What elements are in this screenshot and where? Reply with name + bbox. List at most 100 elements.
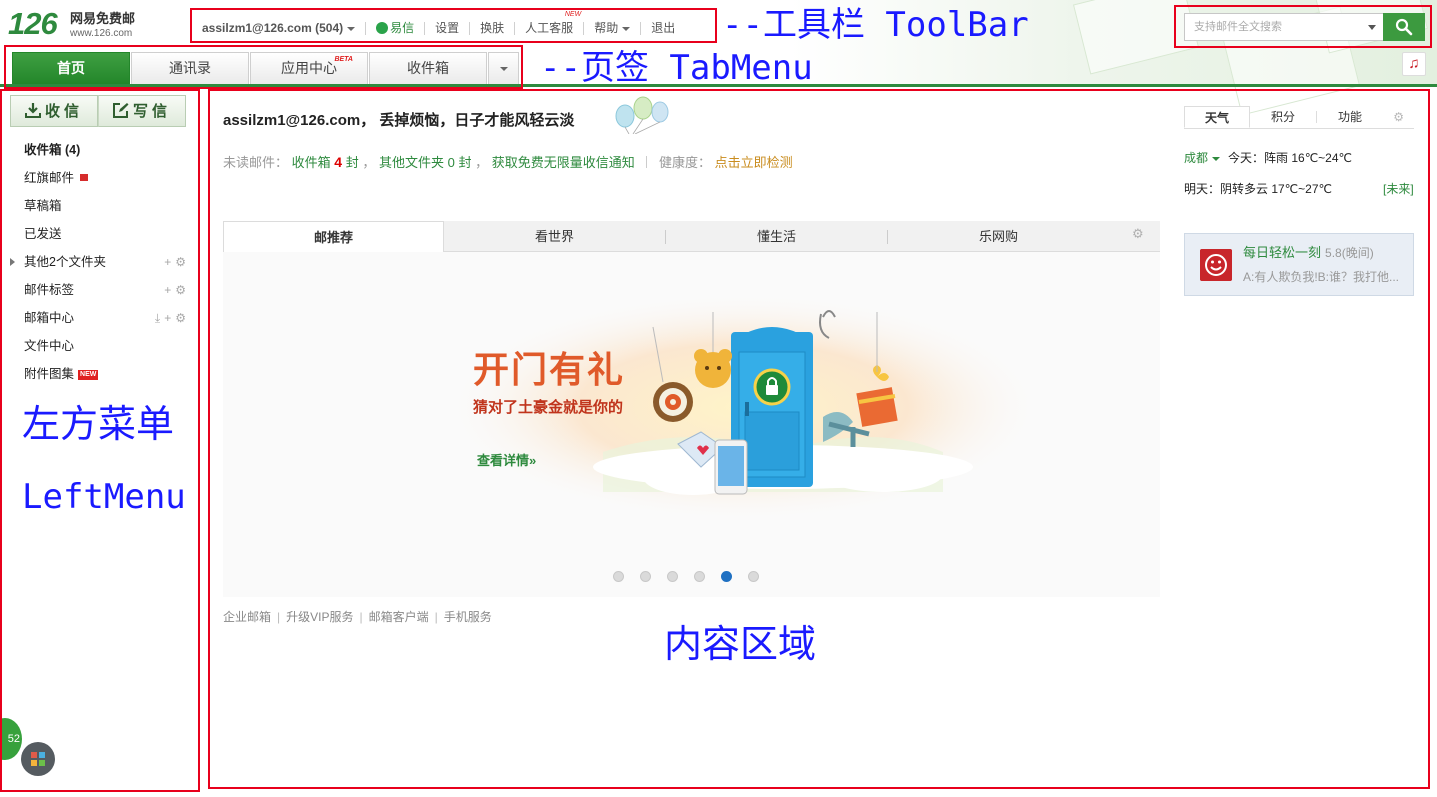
unit-label: 封	[345, 155, 359, 170]
divider	[646, 156, 648, 168]
future-forecast-link[interactable]: [未来]	[1383, 179, 1414, 199]
divider: |	[277, 610, 281, 624]
tab-inbox[interactable]: 收件箱	[369, 52, 487, 84]
folder-label: 其他2个文件夹	[24, 255, 106, 269]
promo-banner[interactable]: 开门有礼 猜对了土豪金就是你的 查看详情»	[223, 252, 1160, 597]
tab-contacts[interactable]: 通讯录	[131, 52, 249, 84]
notify-link[interactable]: 获取免费无限量收信通知	[492, 155, 635, 170]
red-flag-icon	[80, 174, 89, 181]
carousel-dot-active[interactable]	[721, 571, 732, 582]
service-link[interactable]: 人工客服 NEW	[515, 11, 583, 42]
logo-name: 网易免费邮	[70, 11, 136, 26]
daily-joke-card[interactable]: 每日轻松一刻 5.8(晚间) A:有人欺负我!B:谁？我打他...	[1184, 233, 1414, 296]
gear-icon[interactable]: ⚙	[175, 283, 190, 297]
unread-summary: 未读邮件： 收件箱 4 封 ， 其他文件夹 0 封 ， 获取免费无限量收信通知 …	[223, 151, 793, 174]
gear-icon[interactable]: ⚙	[175, 311, 190, 325]
folder-label: 附件图集	[24, 367, 75, 381]
inbox-link-label: 收件箱	[291, 155, 331, 170]
search-icon	[1395, 18, 1413, 36]
carousel-dot[interactable]	[748, 571, 759, 582]
gear-icon[interactable]: ⚙	[175, 255, 190, 269]
tab-weather[interactable]: 天气	[1184, 106, 1250, 128]
tab-world[interactable]: 看世界	[444, 221, 665, 251]
music-icon[interactable]: ♫	[1402, 52, 1426, 76]
download-icon	[24, 103, 41, 118]
add-icon[interactable]: +	[164, 283, 175, 297]
unread-inbox-link[interactable]: 收件箱 4 封	[291, 154, 359, 170]
tab-shopping[interactable]: 乐网购	[888, 221, 1109, 251]
folder-flagged[interactable]: 红旗邮件	[0, 164, 200, 192]
folder-label: 邮件标签	[24, 283, 75, 297]
inbox-unread-count: 4	[334, 154, 343, 170]
settings-link[interactable]: 设置	[425, 14, 469, 42]
receive-button[interactable]: 收信	[10, 95, 98, 127]
yixin-link[interactable]: 易信	[366, 14, 424, 42]
new-badge: NEW	[564, 11, 582, 18]
folder-mail-center[interactable]: 邮箱中心 ⤓+⚙	[0, 304, 200, 332]
logo-number: 126	[8, 6, 58, 41]
folder-label: 红旗邮件	[24, 171, 75, 185]
logout-link[interactable]: 退出	[641, 14, 685, 42]
tab-app-center[interactable]: 应用中心 BETA	[250, 52, 368, 84]
tomorrow-forecast: 明天：阴转多云 17℃~27℃	[1184, 182, 1332, 196]
tab-features[interactable]: 功能	[1317, 106, 1383, 128]
search-input[interactable]: 支持邮件全文搜索	[1184, 13, 1384, 41]
folder-list: 收件箱 (4) 红旗邮件 草稿箱 已发送 其他2个文件夹 +⚙ 邮件标签 +⚙ 邮箱…	[0, 136, 200, 388]
expand-arrow-icon[interactable]	[10, 258, 15, 266]
add-icon[interactable]: +	[164, 311, 175, 325]
folder-inbox[interactable]: 收件箱 (4)	[0, 136, 200, 164]
other-unread-count: 0	[447, 155, 455, 170]
carousel-dot[interactable]	[613, 571, 624, 582]
folder-label: 文件中心	[24, 339, 75, 353]
folder-sent[interactable]: 已发送	[0, 220, 200, 248]
tab-home[interactable]: 首页	[12, 52, 130, 84]
banner-details-link[interactable]: 查看详情»	[477, 452, 536, 470]
write-button[interactable]: 写信	[98, 95, 186, 127]
search-box: 支持邮件全文搜索	[1184, 13, 1425, 41]
account-menu[interactable]: assilzm1@126.com (504)	[196, 14, 365, 42]
carousel-dot[interactable]	[694, 571, 705, 582]
logo[interactable]: 126 网易免费邮 www.126.com	[8, 6, 158, 42]
carousel-dot[interactable]	[640, 571, 651, 582]
search-scope-dropdown-icon[interactable]	[1368, 25, 1376, 30]
mobile-link[interactable]: 手机服务	[444, 610, 492, 624]
skin-link[interactable]: 换肤	[470, 14, 514, 42]
annotation-tabmenu-label: --页签 TabMenu	[540, 48, 813, 88]
app-grid-icon[interactable]	[21, 742, 55, 776]
folder-tags[interactable]: 邮件标签 +⚙	[0, 276, 200, 304]
gear-icon[interactable]: ⚙	[1132, 227, 1146, 241]
tab-life[interactable]: 懂生活	[666, 221, 887, 251]
grid-cell	[39, 760, 45, 766]
health-check-link[interactable]: 点击立即检测	[715, 155, 793, 170]
enterprise-mail-link[interactable]: 企业邮箱	[223, 610, 271, 624]
help-menu[interactable]: 帮助	[584, 14, 640, 42]
vip-link[interactable]: 升级VIP服务	[286, 610, 353, 624]
carousel-dot[interactable]	[667, 571, 678, 582]
new-badge: NEW	[78, 370, 99, 380]
folder-label: 收件箱 (4)	[24, 143, 81, 157]
download-icon[interactable]: ⤓	[155, 311, 164, 325]
unread-label: 未读邮件：	[223, 155, 289, 170]
folder-file-center[interactable]: 文件中心	[0, 332, 200, 360]
tab-more-button[interactable]	[488, 52, 519, 84]
client-link[interactable]: 邮箱客户端	[369, 610, 429, 624]
annotation-toolbar-label: --工具栏 ToolBar	[722, 5, 1029, 45]
chevron-down-icon	[622, 26, 631, 31]
folder-other[interactable]: 其他2个文件夹 +⚙	[0, 248, 200, 276]
folder-label: 邮箱中心	[24, 311, 75, 325]
grid-cell	[31, 752, 37, 758]
gear-icon[interactable]: ⚙	[1393, 110, 1404, 124]
mail-action-buttons: 收信 写信	[10, 95, 186, 127]
folder-drafts[interactable]: 草稿箱	[0, 192, 200, 220]
folder-attachments[interactable]: 附件图集 NEW	[0, 360, 200, 388]
folder-tools: +⚙	[164, 276, 190, 304]
unread-other-link[interactable]: 其他文件夹 0 封	[379, 155, 472, 170]
greeting-text: assilzm1@126.com， 丢掉烦恼，日子才能风轻云淡	[223, 112, 575, 129]
content-tabs: 邮推荐 看世界 懂生活 乐网购 ⚙	[223, 221, 1160, 252]
weather-city-select[interactable]: 成都	[1184, 151, 1228, 165]
tab-points[interactable]: 积分	[1250, 106, 1316, 128]
search-button[interactable]	[1383, 13, 1425, 41]
side-tabs: 天气 积分 功能 ⚙	[1184, 106, 1414, 129]
tab-recommend[interactable]: 邮推荐	[223, 221, 444, 252]
add-icon[interactable]: +	[164, 255, 175, 269]
